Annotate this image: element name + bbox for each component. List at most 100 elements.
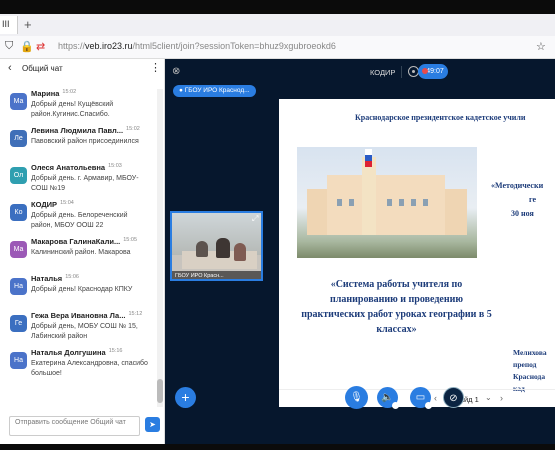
sender-name: Марина 15:02 [31, 89, 76, 98]
url-scheme: https:// [58, 41, 86, 51]
bookmark-star-icon[interactable]: ☆ [536, 40, 546, 53]
scrollbar-thumb[interactable] [157, 379, 163, 403]
next-slide-icon[interactable]: › [500, 393, 503, 403]
sender-name: Наталья 15:06 [31, 274, 79, 283]
building-window [337, 199, 342, 206]
chevron-left-icon[interactable]: ‹ [8, 62, 12, 74]
new-tab-button[interactable]: + [24, 17, 32, 32]
browser-tab-strip: III + [0, 14, 555, 36]
microphone-icon: 🎙 [350, 392, 363, 403]
screen-share-icon: ⊘ [449, 393, 458, 404]
chat-scrollbar[interactable] [157, 89, 163, 407]
divider [401, 66, 402, 78]
author-line: Краснода [513, 372, 546, 381]
speaker-icon: 🔈 [381, 392, 394, 403]
chat-message: На Наталья 15:06 Добрый день! Краснодар КПК… [0, 274, 158, 311]
actions-plus-button[interactable]: + [175, 387, 196, 408]
send-icon[interactable]: ➤ [145, 417, 160, 432]
video-person [196, 241, 208, 257]
message-text: Добрый день, МОБУ СОШ № 15, Лабинский ра… [31, 323, 138, 340]
conference-area: ⊗ КОДИР 49:07 ● ГБОУ ИРО Краснод... ⤢ ГБ… [165, 59, 555, 444]
user-list-icon[interactable]: ⊗ [172, 66, 180, 77]
sender-name: Левина Людмила Павл... 15:02 [31, 126, 140, 135]
chat-message: Ге Гежа Вера Ивановна Ла... 15:12 Добрый де… [0, 311, 158, 348]
message-time: 15:03 [108, 163, 122, 169]
avatar: На [10, 278, 27, 295]
url-path: /html5client/join?sessionToken=bhuz9xgub… [132, 41, 336, 51]
screen: III + ⛉ 🔒 ⇄ https://veb.iro23.ru/html5cl… [0, 0, 555, 450]
building-photo [297, 147, 477, 258]
avatar: Ма [10, 93, 27, 110]
microphone-button[interactable]: 🎙 [345, 386, 368, 409]
talking-indicator: ● ГБОУ ИРО Краснод... [173, 85, 256, 97]
slide-main-title: «Система работы учителя по планированию … [301, 279, 492, 335]
audio-button[interactable]: 🔈 [377, 387, 399, 409]
badge-dot [425, 402, 432, 409]
sender-name-text: Олеся Анатольевна [31, 163, 106, 172]
message-time: 15:16 [108, 348, 123, 354]
camera-permission-icon[interactable]: ⇄ [36, 40, 45, 53]
sender-name: Наталья Долгушина 15:16 [31, 348, 122, 357]
avatar: Ге [10, 315, 27, 332]
chevron-down-icon[interactable]: ⌄ [485, 393, 492, 402]
fullscreen-icon[interactable]: ⤢ [252, 214, 258, 224]
author-line: Мелихова [513, 348, 547, 357]
camera-button[interactable]: ▭ [410, 387, 432, 409]
address-bar[interactable]: ⛉ 🔒 ⇄ https://veb.iro23.ru/html5client/j… [0, 36, 555, 59]
avatar: Ма [10, 241, 27, 258]
message-text: Добрый день. Белореченский район, МБОУ О… [31, 212, 128, 229]
slide-event-line2: ге [529, 195, 537, 204]
chat-title: Общий чат [22, 64, 63, 73]
sender-name-text: Левина Людмила Павл... [31, 126, 124, 135]
chat-message: На Наталья Долгушина 15:16 Екатерина Алекса… [0, 348, 158, 385]
webcam-video[interactable]: ⤢ ГБОУ ИРО Красн... [170, 211, 263, 281]
url-text[interactable]: https://veb.iro23.ru/html5client/join?se… [58, 41, 336, 51]
chat-message: Ко КОДИР 15:04 Добрый день. Белореченский р… [0, 200, 158, 237]
shield-icon: ⛉ [5, 40, 14, 52]
message-time: 15:02 [62, 89, 77, 95]
message-time: 15:02 [126, 126, 140, 132]
sender-name-text: Макарова ГалинаКали... [31, 237, 121, 246]
badge-dot [392, 402, 399, 409]
avatar: Ол [10, 167, 27, 184]
chat-message: Ле Левина Людмила Павл... 15:02 Павовский р… [0, 126, 158, 163]
building-window [411, 199, 416, 206]
screen-share-button[interactable]: ⊘ [443, 387, 464, 408]
chat-messages: Ма Марина 15:02 Добрый день! Кущёвский райо… [0, 89, 158, 407]
sender-name: Макарова ГалинаКали... 15:05 [31, 237, 137, 246]
avatar: Ле [10, 130, 27, 147]
message-time: 15:06 [65, 274, 79, 280]
slide-author: Мелихова препод Краснода кад [513, 347, 555, 395]
browser-tab[interactable]: III [0, 16, 18, 34]
slide-header: Краснодарское президентское кадетское уч… [355, 113, 526, 122]
message-time: 15:05 [123, 237, 137, 243]
video-person [234, 243, 246, 261]
message-text: Калининский район. Макарова [31, 249, 131, 256]
webcam-caption: ГБОУ ИРО Красн... [172, 271, 261, 279]
building-tower [362, 157, 376, 235]
chat-message: Ол Олеся Анатольевна 15:03 Добрый день. г. … [0, 163, 158, 200]
sender-name-text: Гежа Вера Ивановна Ла... [31, 311, 126, 320]
sender-name: Олеся Анатольевна 15:03 [31, 163, 122, 172]
building-window [349, 199, 354, 206]
slide-event-date: 30 ноя [511, 209, 534, 218]
url-domain: veb.iro23.ru [85, 41, 133, 51]
recording-timer: 49:07 [418, 64, 448, 79]
chat-message: Ма Макарова ГалинаКали... 15:05 Калининский… [0, 237, 158, 274]
message-text: Добрый день. г. Армавир, МБОУ-СОШ №19 [31, 175, 139, 192]
video-person [216, 238, 230, 258]
message-text: Добрый день! Краснодар КПКУ [31, 286, 133, 293]
camera-icon: ▭ [415, 392, 426, 403]
chat-message: Ма Марина 15:02 Добрый день! Кущёвский райо… [0, 89, 158, 126]
message-time: 15:12 [128, 311, 143, 317]
building-window [423, 199, 428, 206]
message-text: Екатерина Александровна, спасибо большое… [31, 360, 148, 377]
lock-icon: 🔒 [20, 41, 34, 53]
chat-message-input[interactable]: Отправить сообщение Общий чат [9, 416, 140, 436]
previous-slide-icon[interactable]: ‹ [434, 393, 437, 403]
more-options-icon[interactable]: ⋮ [150, 61, 161, 74]
talker-name: ГБОУ ИРО Краснод... [184, 87, 250, 94]
flag [365, 149, 372, 167]
sender-name-text: Наталья [31, 274, 63, 283]
presentation-slide: Краснодарское президентское кадетское уч… [279, 99, 555, 407]
